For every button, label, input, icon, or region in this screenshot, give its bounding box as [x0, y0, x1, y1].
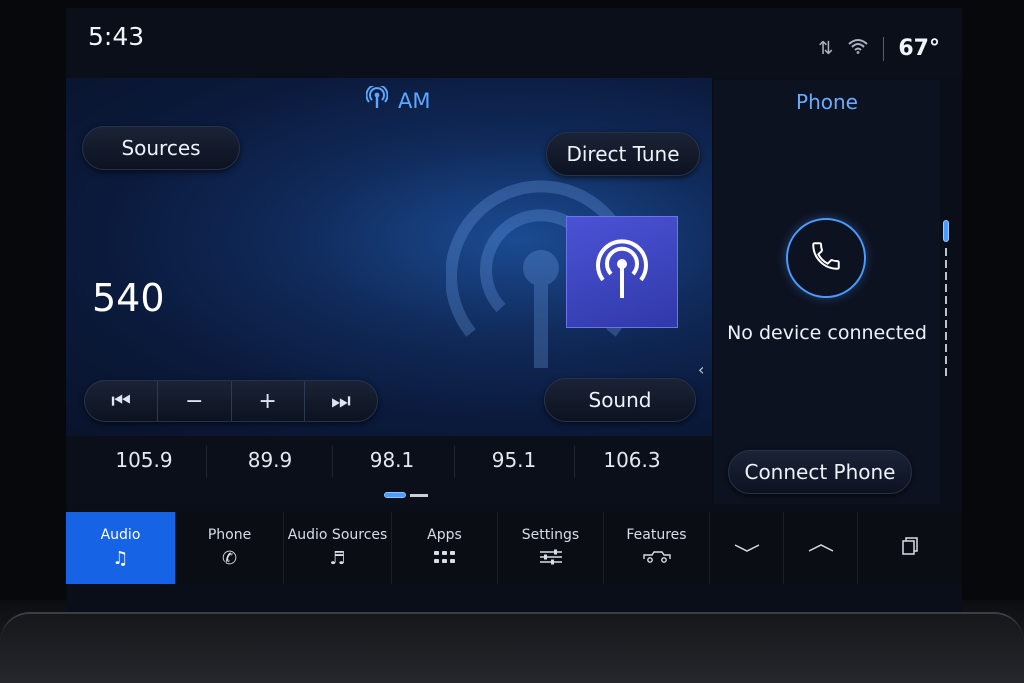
bottom-nav: Audio ♫ Phone ✆ Audio Sources ♬ Apps Set… — [66, 512, 962, 584]
station-art — [566, 216, 678, 328]
phone-status-text: No device connected — [727, 322, 927, 344]
scroll-track — [945, 248, 947, 378]
nav-label: Settings — [521, 526, 580, 543]
nav-app-switcher[interactable] — [858, 512, 962, 584]
skip-back-icon: ⏮ — [111, 388, 132, 414]
apps-grid-icon — [433, 549, 457, 569]
audio-sources-icon: ♬ — [329, 548, 346, 569]
source-name: AM — [398, 88, 431, 113]
phone-panel-scrollbar[interactable] — [942, 220, 950, 380]
outside-temperature: 67° — [898, 36, 940, 61]
chevron-up-icon — [808, 538, 834, 558]
transport-controls: ⏮ − + ⏭ — [84, 380, 378, 422]
nav-audio[interactable]: Audio ♫ — [66, 512, 176, 584]
status-bar: 5:43 ⇅ 67° — [66, 8, 962, 78]
skip-forward-icon: ⏭ — [330, 388, 351, 414]
preset-5[interactable]: 106.3 — [582, 448, 682, 472]
nav-label: Apps — [427, 527, 462, 543]
clock: 5:43 — [88, 22, 145, 51]
phone-panel-title: Phone — [796, 90, 858, 114]
nav-phone[interactable]: Phone ✆ — [176, 512, 284, 584]
nav-settings[interactable]: Settings — [498, 512, 604, 584]
nav-label: Phone — [207, 527, 252, 543]
seek-forward-button[interactable]: ⏭ — [305, 381, 377, 421]
status-icons: ⇅ 67° — [818, 36, 940, 61]
music-note-icon: ♫ — [112, 548, 129, 569]
nav-scroll-down[interactable] — [710, 512, 784, 584]
minus-icon: − — [185, 388, 204, 414]
preset-4[interactable]: 95.1 — [464, 448, 564, 472]
seek-back-button[interactable]: ⏮ — [85, 381, 159, 421]
nav-audio-sources[interactable]: Audio Sources ♬ — [284, 512, 392, 584]
truck-icon — [642, 549, 672, 569]
radio-antenna-icon — [594, 238, 650, 306]
signal-arrows-icon: ⇅ — [818, 38, 834, 59]
preset-bar: 105.9 89.9 98.1 95.1 106.3 — [66, 436, 712, 504]
sound-button[interactable]: Sound — [544, 378, 696, 422]
preset-2[interactable]: 89.9 — [220, 448, 320, 472]
nav-label: Features — [626, 527, 687, 543]
sliders-icon — [539, 549, 563, 570]
phone-icon — [809, 239, 843, 277]
preset-1[interactable]: 105.9 — [94, 448, 194, 472]
tune-up-button[interactable]: + — [232, 381, 305, 421]
preset-3[interactable]: 98.1 — [342, 448, 442, 472]
scroll-thumb[interactable] — [943, 220, 949, 242]
connect-phone-button[interactable]: Connect Phone — [728, 450, 912, 494]
bezel-rim — [0, 612, 1024, 683]
plus-icon: + — [258, 388, 277, 414]
phone-icon: ✆ — [221, 548, 238, 569]
preset-divider — [206, 446, 207, 478]
sources-button[interactable]: Sources — [82, 126, 240, 170]
nav-label: Audio Sources — [287, 527, 388, 543]
wifi-icon — [847, 38, 869, 59]
pager-dot-active — [384, 492, 406, 498]
current-source: AM — [365, 83, 431, 115]
cards-icon — [900, 536, 920, 561]
nav-features[interactable]: Features — [604, 512, 710, 584]
nav-scroll-up[interactable] — [784, 512, 858, 584]
direct-tune-button[interactable]: Direct Tune — [546, 132, 700, 176]
status-separator — [883, 36, 885, 61]
infotainment-screen: 5:43 ⇅ 67° AM Sources Direct Tune 540 ⏮ … — [66, 8, 962, 612]
nav-label: Audio — [100, 527, 141, 543]
collapse-panel-chevron-icon[interactable]: ‹ — [698, 360, 704, 379]
chevron-down-icon — [734, 538, 760, 558]
preset-divider — [332, 446, 333, 478]
pager-dot — [410, 493, 428, 497]
nav-apps[interactable]: Apps — [392, 512, 498, 584]
station-frequency: 540 — [92, 276, 165, 320]
phone-status-badge — [786, 218, 866, 298]
phone-panel: Phone No device connected Connect Phone — [714, 80, 940, 504]
preset-divider — [574, 446, 575, 478]
preset-pager[interactable] — [384, 492, 428, 498]
preset-divider — [454, 446, 455, 478]
tune-down-button[interactable]: − — [158, 381, 232, 421]
radio-antenna-icon — [365, 83, 389, 115]
audio-panel: AM Sources Direct Tune 540 ⏮ − + ⏭ Sound… — [66, 78, 712, 436]
